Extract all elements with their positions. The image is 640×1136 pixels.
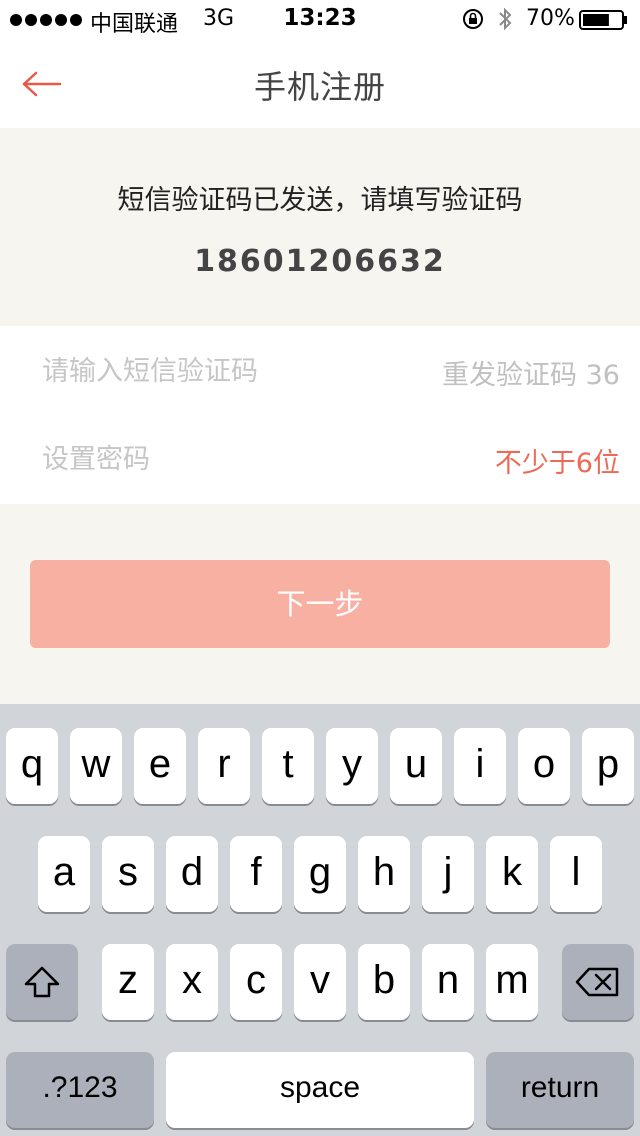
resend-code-button[interactable]: 重发验证码 36	[442, 353, 620, 392]
key-b[interactable]: b	[358, 944, 410, 1020]
space-key[interactable]: space	[166, 1052, 474, 1128]
key-a[interactable]: a	[38, 836, 90, 912]
password-input[interactable]	[40, 434, 404, 484]
numbers-key[interactable]: .?123	[6, 1052, 154, 1128]
battery-percentage: 70%	[526, 6, 575, 31]
password-hint: 不少于6位	[494, 448, 620, 479]
next-step-button[interactable]: 下一步	[30, 560, 610, 648]
rotation-lock-icon	[463, 9, 483, 29]
key-s[interactable]: s	[102, 836, 154, 912]
sms-sent-message: 短信验证码已发送，请填写验证码	[117, 185, 523, 216]
key-c[interactable]: c	[230, 944, 282, 1020]
sms-code-input[interactable]	[40, 346, 404, 396]
key-m[interactable]: m	[486, 944, 538, 1020]
key-v[interactable]: v	[294, 944, 346, 1020]
verification-info: 短信验证码已发送，请填写验证码 18601206632	[0, 128, 640, 326]
key-g[interactable]: g	[294, 836, 346, 912]
status-bar: 中国联通 3G 13:23 70%	[0, 0, 640, 40]
shift-icon	[24, 967, 60, 998]
key-y[interactable]: y	[326, 728, 378, 804]
code-row: 重发验证码 36	[0, 326, 640, 414]
key-k[interactable]: k	[486, 836, 538, 912]
key-t[interactable]: t	[262, 728, 314, 804]
page-title: 手机注册	[253, 68, 386, 106]
return-key[interactable]: return	[486, 1052, 634, 1128]
key-r[interactable]: r	[198, 728, 250, 804]
phone-number: 18601206632	[194, 244, 446, 279]
key-p[interactable]: p	[582, 728, 634, 804]
key-i[interactable]: i	[454, 728, 506, 804]
backspace-icon	[575, 968, 619, 997]
bluetooth-icon	[499, 7, 512, 31]
battery-icon	[579, 10, 627, 30]
key-n[interactable]: n	[422, 944, 474, 1020]
register-form: 重发验证码 36 不少于6位	[0, 326, 640, 504]
key-e[interactable]: e	[134, 728, 186, 804]
key-x[interactable]: x	[166, 944, 218, 1020]
key-h[interactable]: h	[358, 836, 410, 912]
key-d[interactable]: d	[166, 836, 218, 912]
backspace-key[interactable]	[562, 944, 634, 1020]
key-q[interactable]: q	[6, 728, 58, 804]
key-o[interactable]: o	[518, 728, 570, 804]
navigation-bar: 手机注册	[0, 40, 640, 128]
keyboard: qwertyuiop asdfghjkl zxcvbnm .?123 space…	[0, 704, 640, 1136]
key-u[interactable]: u	[390, 728, 442, 804]
shift-key[interactable]	[6, 944, 78, 1020]
key-j[interactable]: j	[422, 836, 474, 912]
key-l[interactable]: l	[550, 836, 602, 912]
key-f[interactable]: f	[230, 836, 282, 912]
key-w[interactable]: w	[70, 728, 122, 804]
key-z[interactable]: z	[102, 944, 154, 1020]
